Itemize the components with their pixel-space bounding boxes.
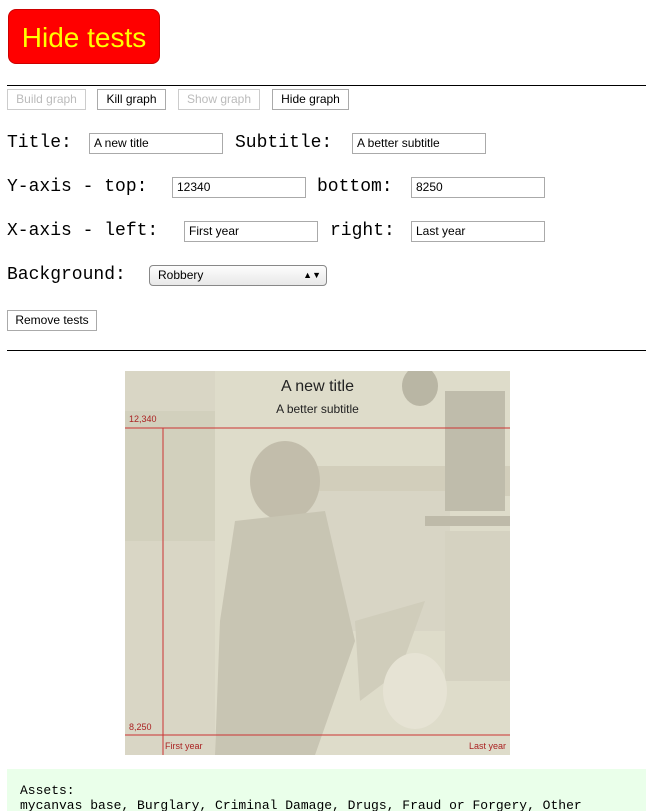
title-label: Title: (7, 133, 72, 153)
y-top-tick-label: 12,340 (129, 414, 157, 424)
background-label: Background: (7, 265, 126, 285)
yaxis-top-input[interactable]: 12340 (172, 177, 306, 198)
subtitle-input[interactable]: A better subtitle (352, 133, 486, 154)
assets-heading: Assets: (20, 783, 75, 798)
yaxis-bottom-input[interactable]: 8250 (411, 177, 545, 198)
build-graph-button[interactable]: Build graph (7, 89, 86, 110)
x-left-tick-label: First year (165, 741, 203, 751)
yaxis-bottom-label: bottom: (317, 177, 393, 197)
y-bottom-tick-label: 8,250 (129, 722, 152, 732)
subtitle-label: Subtitle: (235, 133, 333, 153)
hide-graph-button[interactable]: Hide graph (272, 89, 349, 110)
background-select-value: Robbery (158, 268, 204, 282)
xaxis-left-label: X-axis - left: (7, 221, 159, 241)
robbery-background-image (125, 371, 510, 755)
assets-list: mycanvas base, Burglary, Criminal Damage… (20, 798, 582, 811)
select-arrows-icon: ▲▼ (303, 270, 321, 280)
xaxis-right-input[interactable]: Last year (411, 221, 545, 242)
divider-bottom (7, 350, 646, 351)
kill-graph-button[interactable]: Kill graph (97, 89, 166, 110)
graph-subtitle: A better subtitle (276, 402, 359, 416)
background-select[interactable]: Robbery ▲▼ (149, 265, 327, 286)
assets-panel: Assets: mycanvas base, Burglary, Crimina… (7, 769, 646, 811)
show-graph-button[interactable]: Show graph (178, 89, 260, 110)
xaxis-right-label: right: (330, 221, 395, 241)
graph-canvas: A new title A better subtitle 12,340 8,2… (125, 371, 510, 755)
title-input[interactable]: A new title (89, 133, 223, 154)
yaxis-top-label: Y-axis - top: (7, 177, 148, 197)
graph-title: A new title (281, 378, 354, 395)
hide-tests-button[interactable]: Hide tests (8, 9, 160, 64)
remove-tests-button[interactable]: Remove tests (7, 310, 97, 331)
x-right-tick-label: Last year (468, 741, 506, 751)
xaxis-left-input[interactable]: First year (184, 221, 318, 242)
divider-top (7, 85, 646, 86)
